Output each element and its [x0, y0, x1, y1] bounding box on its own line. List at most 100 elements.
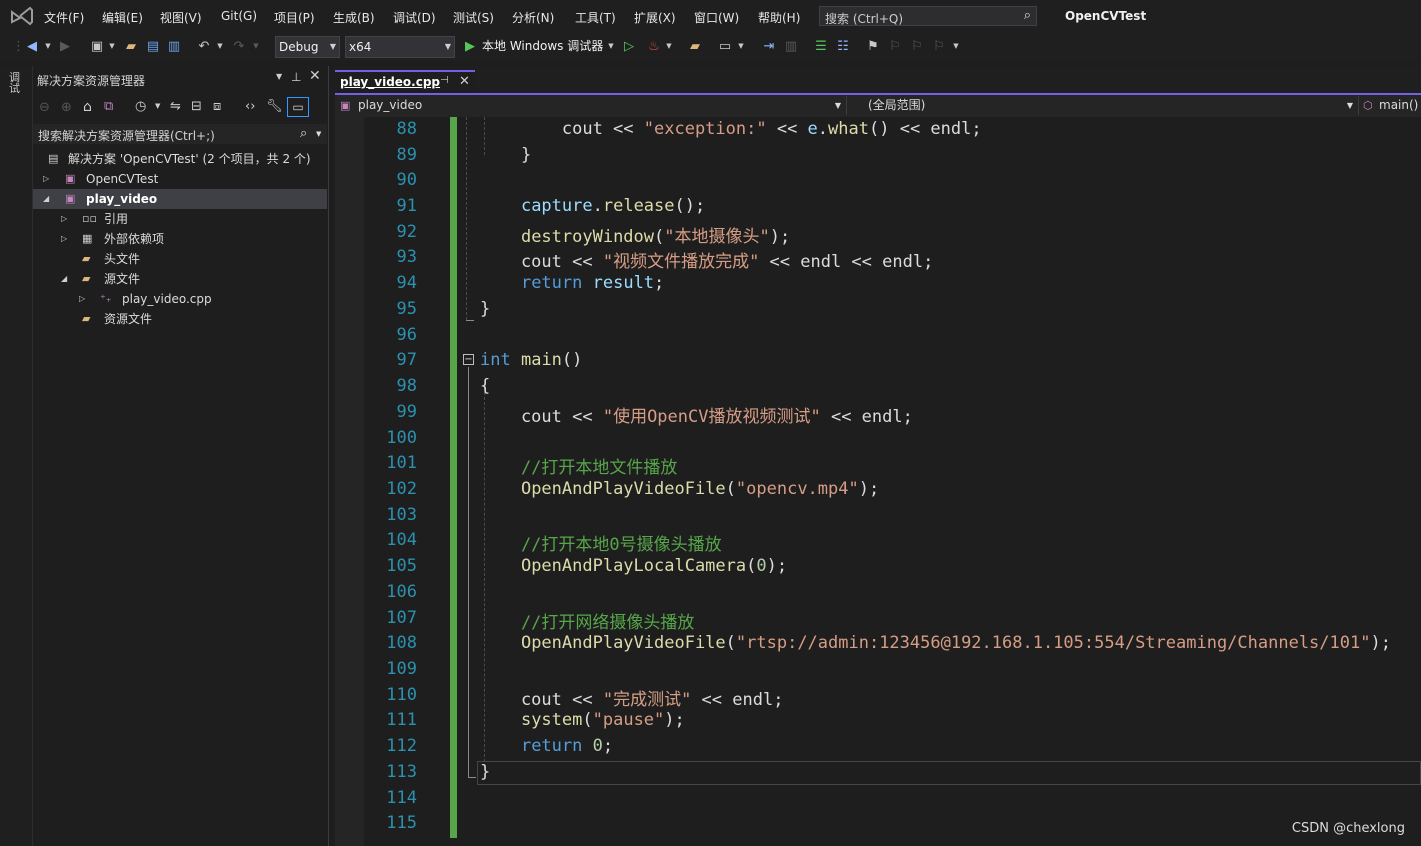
- scope-dropdown[interactable]: (全局范围) ▼: [848, 96, 1359, 115]
- cpp-project-icon: ▣: [65, 192, 76, 205]
- undo-dropdown-icon[interactable]: ▼: [216, 36, 224, 57]
- menu-analyze[interactable]: 分析(N): [512, 9, 554, 26]
- disabled-tool-icon[interactable]: ▥: [782, 36, 800, 57]
- expand-arrow-icon[interactable]: ▷: [79, 289, 85, 309]
- back-icon[interactable]: ⊖: [39, 100, 50, 115]
- save-icon[interactable]: ▤: [144, 36, 162, 57]
- expand-arrow-icon[interactable]: ▷: [61, 209, 67, 229]
- tree-item-external-dependencies[interactable]: ▷ ▦ 外部依赖项: [33, 229, 327, 249]
- project-dropdown[interactable]: ▣ play_video ▼: [338, 96, 847, 115]
- cpp-file-icon: ⁺₊: [100, 292, 112, 305]
- configuration-dropdown[interactable]: Debug ▼: [275, 36, 340, 58]
- home-icon[interactable]: ⌂: [83, 99, 92, 115]
- tree-item-source-files[interactable]: ◢ ▰ 源文件: [33, 269, 327, 289]
- window-layout-icon[interactable]: ▭: [716, 36, 734, 57]
- menu-build[interactable]: 生成(B): [333, 9, 375, 26]
- menu-debug[interactable]: 调试(D): [393, 9, 436, 26]
- tree-item-project-play-video[interactable]: ◢ ▣ play_video: [33, 189, 327, 209]
- open-folder-icon[interactable]: ▰: [122, 36, 140, 57]
- debug-side-tab[interactable]: 调试: [9, 72, 23, 94]
- clear-bookmarks-icon[interactable]: ⚐: [931, 36, 947, 57]
- menu-help[interactable]: 帮助(H): [758, 9, 800, 26]
- collapse-all-icon[interactable]: ⊟: [191, 99, 202, 114]
- start-without-debug-icon[interactable]: ▷: [621, 36, 637, 57]
- view-code-icon[interactable]: ‹›: [245, 99, 255, 114]
- prev-bookmark-icon[interactable]: ⚐: [887, 36, 903, 57]
- expand-arrow-icon[interactable]: ▷: [61, 229, 67, 249]
- menu-git[interactable]: Git(G): [221, 9, 257, 23]
- menu-project[interactable]: 项目(P): [274, 9, 315, 26]
- code-editor[interactable]: 88 89 90 91 92 93 94 95 96 97 98 99 100 …: [335, 117, 1421, 846]
- forward-icon[interactable]: ▶: [57, 36, 73, 57]
- sync-icon[interactable]: ⇋: [170, 99, 181, 114]
- search-options-icon[interactable]: ▼: [316, 130, 321, 138]
- tree-item-solution[interactable]: ▤ 解决方案 'OpenCVTest' (2 个项目，共 2 个): [33, 149, 327, 169]
- tab-play-video-cpp[interactable]: play_video.cpp ⊣ ✕: [335, 70, 475, 93]
- visual-studio-logo-icon[interactable]: [10, 6, 34, 26]
- uncomment-lines-icon[interactable]: ☷: [834, 36, 852, 57]
- search-box[interactable]: 搜索 (Ctrl+Q) ⌕: [819, 6, 1037, 26]
- chevron-down-icon: ▼: [329, 42, 336, 51]
- solution-search-box[interactable]: 搜索解决方案资源管理器(Ctrl+;) ⌕ ▼: [33, 124, 327, 144]
- toolbar-overflow-icon[interactable]: ▼: [952, 36, 960, 57]
- line-number: 93: [396, 247, 417, 267]
- properties-wrench-icon[interactable]: 🔧︎: [266, 99, 283, 114]
- show-all-files-icon[interactable]: ⧈: [213, 99, 221, 114]
- tree-item-references[interactable]: ▷ ▫▫ 引用: [33, 209, 327, 229]
- new-dropdown-icon[interactable]: ▼: [108, 36, 116, 57]
- run-dropdown-icon[interactable]: ▼: [607, 36, 615, 57]
- tree-item-header-files[interactable]: ▰ 头文件: [33, 249, 327, 269]
- switch-views-icon[interactable]: ⧉: [104, 99, 113, 114]
- tree-item-project-opencvtest[interactable]: ▷ ▣ OpenCVTest: [33, 169, 327, 189]
- tree-item-play-video-cpp[interactable]: ▷ ⁺₊ play_video.cpp: [33, 289, 327, 309]
- redo-dropdown-icon[interactable]: ▼: [252, 36, 260, 57]
- menu-file[interactable]: 文件(F): [44, 9, 84, 26]
- search-icon[interactable]: ⌕: [300, 126, 307, 141]
- menu-tools[interactable]: 工具(T): [575, 9, 616, 26]
- collapse-block-icon[interactable]: −: [463, 354, 474, 365]
- pending-changes-icon[interactable]: ◷: [135, 99, 146, 114]
- layout-dropdown-icon[interactable]: ▼: [737, 36, 745, 57]
- forward-icon[interactable]: ⊕: [61, 100, 72, 115]
- filter-dropdown-icon[interactable]: ▼: [155, 102, 160, 110]
- back-dropdown-icon[interactable]: ▼: [44, 36, 52, 57]
- collapse-arrow-icon[interactable]: ◢: [43, 189, 49, 209]
- filter-folder-icon: ▰: [82, 252, 91, 265]
- side-tool-strip: 调试: [0, 66, 33, 846]
- step-icon[interactable]: ⇥: [760, 36, 778, 57]
- member-dropdown[interactable]: ⬡ main(): [1360, 96, 1421, 115]
- menu-edit[interactable]: 编辑(E): [102, 9, 143, 26]
- code-line: cout << "完成测试" << endl;: [480, 690, 784, 710]
- save-all-icon[interactable]: ▥: [165, 36, 183, 57]
- panel-options-icon[interactable]: ▼: [276, 72, 282, 81]
- undo-icon[interactable]: ↶: [195, 36, 213, 57]
- code-line: cout << "使用OpenCV播放视频测试" << endl;: [480, 407, 913, 427]
- back-icon[interactable]: ◀: [23, 36, 41, 57]
- bookmark-icon[interactable]: ⚑: [865, 36, 881, 57]
- comment-lines-icon[interactable]: ☰: [812, 36, 830, 57]
- hot-reload-dropdown-icon[interactable]: ▼: [665, 36, 673, 57]
- hot-reload-icon[interactable]: ♨: [645, 36, 663, 57]
- search-icon[interactable]: ⌕: [1024, 8, 1031, 23]
- menu-view[interactable]: 视图(V): [160, 9, 202, 26]
- pin-icon[interactable]: ⊥: [291, 70, 301, 84]
- close-icon[interactable]: ✕: [309, 68, 321, 84]
- line-number: 97: [396, 350, 417, 370]
- expand-arrow-icon[interactable]: ▷: [43, 169, 49, 189]
- pin-tab-icon[interactable]: ⊣: [440, 75, 449, 86]
- collapse-arrow-icon[interactable]: ◢: [61, 269, 67, 289]
- preview-selected-icon[interactable]: ▭: [287, 97, 309, 117]
- platform-dropdown[interactable]: x64 ▼: [345, 36, 455, 58]
- tree-item-label: play_video: [86, 192, 158, 206]
- menu-test[interactable]: 测试(S): [453, 9, 494, 26]
- redo-icon[interactable]: ↷: [230, 36, 248, 57]
- local-windows-debugger-button[interactable]: 本地 Windows 调试器: [482, 36, 607, 57]
- browse-folder-icon[interactable]: ▰: [686, 36, 704, 57]
- tree-item-resource-files[interactable]: ▰ 资源文件: [33, 309, 327, 329]
- menu-window[interactable]: 窗口(W): [694, 9, 739, 26]
- close-tab-icon[interactable]: ✕: [459, 74, 470, 89]
- menu-extensions[interactable]: 扩展(X): [634, 9, 676, 26]
- start-debug-icon[interactable]: ▶: [462, 36, 478, 57]
- next-bookmark-icon[interactable]: ⚐: [909, 36, 925, 57]
- new-project-icon[interactable]: ▣: [88, 36, 106, 57]
